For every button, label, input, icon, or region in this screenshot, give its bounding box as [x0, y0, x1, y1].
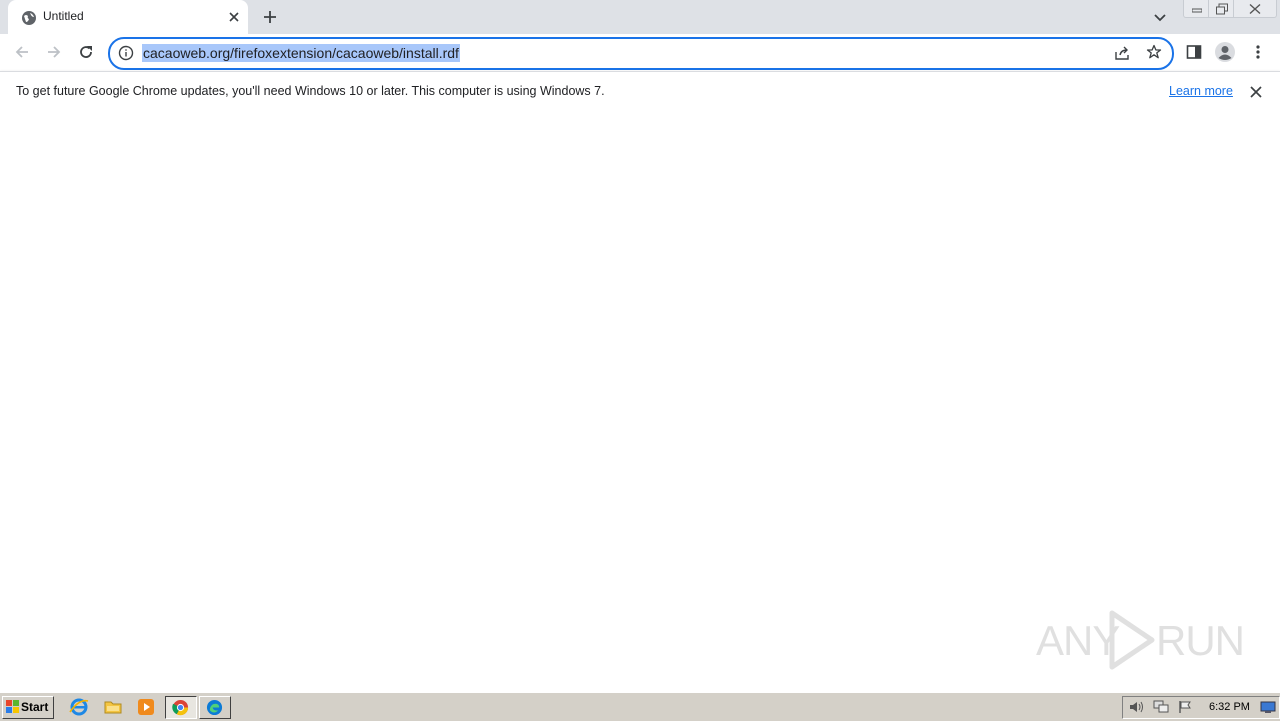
- chevron-down-icon[interactable]: [1151, 8, 1169, 26]
- folder-icon[interactable]: [103, 697, 123, 717]
- side-panel-icon[interactable]: [1182, 40, 1206, 64]
- media-player-icon[interactable]: [136, 697, 156, 717]
- close-icon[interactable]: [1248, 84, 1264, 100]
- volume-icon[interactable]: [1129, 700, 1145, 714]
- windows-taskbar: Start 6:32 PM: [0, 692, 1280, 721]
- tab-strip: Untitled: [0, 0, 1280, 34]
- taskbar-chrome-button[interactable]: [165, 696, 197, 719]
- window-close-button[interactable]: [1233, 0, 1277, 18]
- reload-icon[interactable]: [74, 40, 98, 64]
- address-bar[interactable]: cacaoweb.org/firefoxextension/cacaoweb/i…: [108, 37, 1174, 70]
- clock[interactable]: 6:32 PM: [1209, 701, 1250, 713]
- more-vert-icon[interactable]: [1246, 40, 1270, 64]
- forward-arrow-icon[interactable]: [42, 40, 66, 64]
- minimize-button[interactable]: [1183, 0, 1210, 18]
- system-tray: 6:32 PM: [1122, 696, 1280, 719]
- start-button[interactable]: Start: [2, 696, 54, 719]
- taskbar-edge-button[interactable]: [199, 696, 231, 719]
- plus-icon[interactable]: [260, 7, 280, 27]
- globe-icon: [21, 10, 37, 26]
- profile-icon[interactable]: [1213, 40, 1237, 64]
- flag-icon[interactable]: [1178, 700, 1192, 714]
- share-icon[interactable]: [1114, 45, 1130, 61]
- ie-icon[interactable]: [69, 697, 89, 717]
- url-text[interactable]: cacaoweb.org/firefoxextension/cacaoweb/i…: [142, 44, 460, 62]
- page-content: [0, 113, 1280, 692]
- learn-more-link[interactable]: Learn more: [1169, 84, 1233, 98]
- browser-toolbar: cacaoweb.org/firefoxextension/cacaoweb/i…: [0, 34, 1280, 71]
- update-infobar: To get future Google Chrome updates, you…: [0, 71, 1280, 114]
- info-icon[interactable]: [118, 45, 134, 61]
- infobar-message: To get future Google Chrome updates, you…: [16, 84, 605, 98]
- anyrun-watermark: ANY RUN: [1036, 607, 1245, 675]
- start-label: Start: [21, 700, 49, 714]
- watermark-right: RUN: [1156, 617, 1245, 664]
- restore-button[interactable]: [1208, 0, 1235, 18]
- windows-logo-icon: [6, 700, 20, 714]
- tab-active[interactable]: Untitled: [8, 0, 248, 34]
- play-logo-icon: [1106, 609, 1158, 671]
- desktop-icon[interactable]: [1260, 700, 1276, 714]
- close-icon[interactable]: [226, 9, 242, 25]
- tab-title: Untitled: [43, 9, 84, 23]
- star-icon[interactable]: [1146, 44, 1162, 60]
- network-icon[interactable]: [1153, 700, 1169, 714]
- back-arrow-icon[interactable]: [10, 40, 34, 64]
